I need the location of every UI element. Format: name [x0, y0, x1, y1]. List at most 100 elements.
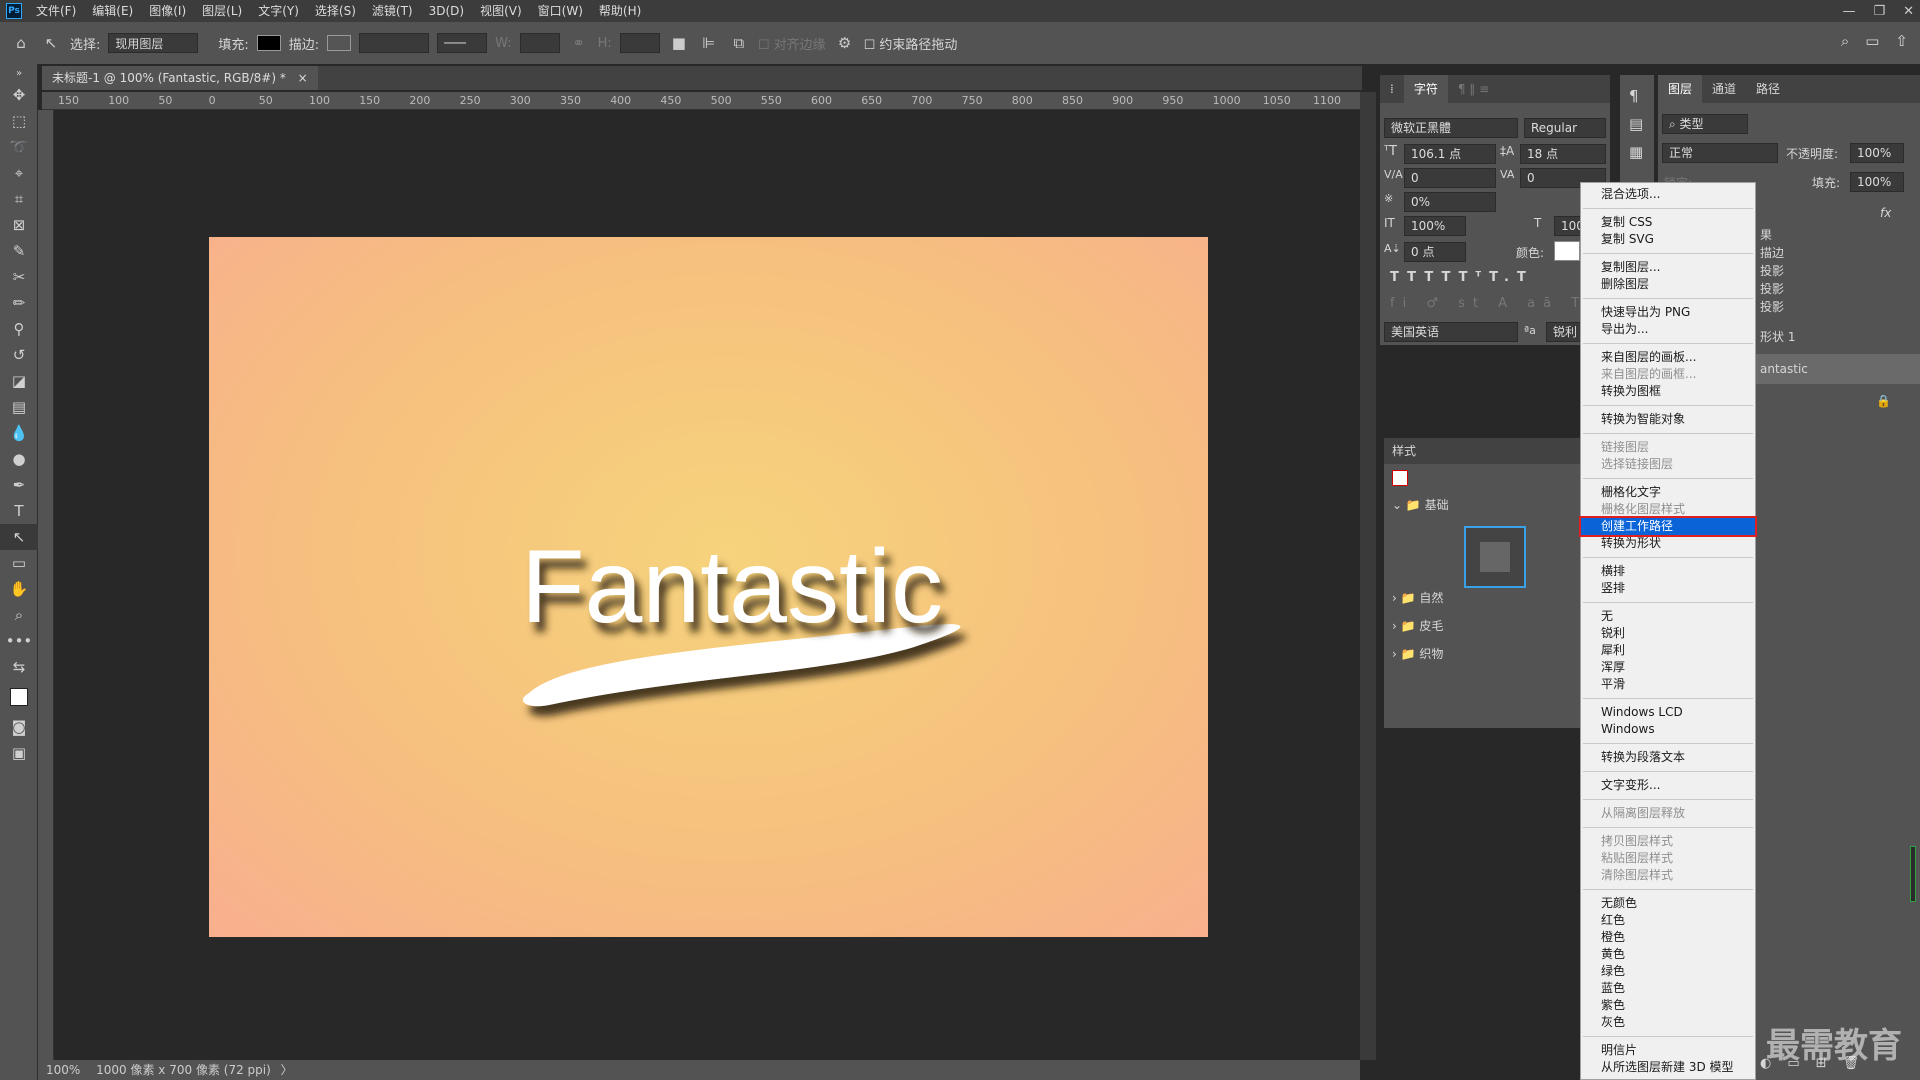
layer-row-shape[interactable]: 形状 1	[1760, 328, 1795, 345]
context-menu-item[interactable]: 红色	[1581, 912, 1755, 929]
stroke-width-field[interactable]	[359, 33, 430, 53]
close-tab-icon[interactable]: ×	[298, 71, 308, 85]
link-icon[interactable]: ⚭	[568, 32, 590, 54]
tab-channels[interactable]: 通道	[1702, 75, 1746, 103]
select-dropdown[interactable]: 现用图层	[108, 33, 199, 53]
context-menu-item[interactable]: 锐利	[1581, 625, 1755, 642]
menu-edit[interactable]: 编辑(E)	[84, 0, 141, 22]
tab-character[interactable]: 字符	[1403, 75, 1448, 103]
share-icon[interactable]: ⇧	[1895, 32, 1908, 50]
style-none-icon[interactable]	[1384, 464, 1586, 492]
artboard[interactable]: Fantastic	[209, 237, 1208, 937]
context-menu-item[interactable]: 转换为段落文本	[1581, 749, 1755, 766]
marquee-tool-icon[interactable]: ⬚	[0, 108, 38, 134]
menu-image[interactable]: 图像(I)	[141, 0, 194, 22]
menu-layer[interactable]: 图层(L)	[194, 0, 250, 22]
context-menu-item[interactable]: 从所选图层新建 3D 模型	[1581, 1059, 1755, 1076]
hand-tool-icon[interactable]: ✋	[0, 576, 38, 602]
height-field[interactable]	[619, 33, 660, 53]
tab-glyphs-icon[interactable]: ¶ ∥ ≡	[1448, 75, 1499, 103]
color-swatches[interactable]	[0, 680, 38, 714]
path-select-tool-icon[interactable]: ↖	[0, 524, 38, 550]
gear-icon[interactable]: ⚙	[834, 32, 856, 54]
font-family-dropdown[interactable]: 微软正黑體	[1384, 118, 1518, 138]
leading-field[interactable]: 18 点	[1520, 144, 1606, 164]
context-menu-item[interactable]: 橙色	[1581, 929, 1755, 946]
tab-paths[interactable]: 路径	[1746, 75, 1790, 103]
restore-button[interactable]: ❐	[1873, 4, 1885, 19]
context-menu-item[interactable]: 复制 SVG	[1581, 231, 1755, 248]
context-menu-item[interactable]: 快速导出为 PNG	[1581, 304, 1755, 321]
quick-mask-icon[interactable]: ◙	[0, 714, 38, 740]
menu-help[interactable]: 帮助(H)	[591, 0, 649, 22]
close-window-button[interactable]: ✕	[1903, 4, 1914, 19]
context-menu-item[interactable]: 横排	[1581, 563, 1755, 580]
width-field[interactable]	[519, 33, 560, 53]
dodge-tool-icon[interactable]: ●	[0, 446, 38, 472]
text-style-buttons-icon[interactable]: TTTTTᵀT.T	[1390, 270, 1534, 285]
search-icon[interactable]: ⌕	[1841, 32, 1849, 50]
more-tools-icon[interactable]: •••	[0, 628, 38, 654]
menu-file[interactable]: 文件(F)	[28, 0, 84, 22]
fx-icon[interactable]: fx	[1880, 206, 1891, 220]
path-alignment-icon[interactable]: ⊫	[698, 32, 720, 54]
paragraph-icon[interactable]: ¶	[1629, 87, 1654, 105]
home-icon[interactable]: ⌂	[10, 32, 32, 54]
opacity-field[interactable]: 100%	[1850, 143, 1904, 163]
eraser-tool-icon[interactable]: ◪	[0, 368, 38, 394]
menu-window[interactable]: 窗口(W)	[530, 0, 591, 22]
history-brush-tool-icon[interactable]: ↺	[0, 342, 38, 368]
path-arrangement-icon[interactable]: ⧉	[728, 32, 750, 54]
fill-swatch[interactable]	[256, 35, 281, 51]
frame-tool-icon[interactable]: ⊠	[0, 212, 38, 238]
font-size-field[interactable]: 106.1 点	[1404, 144, 1496, 164]
effect-item[interactable]: 投影	[1760, 280, 1784, 298]
layers-scrollbar[interactable]	[1910, 846, 1916, 902]
type-tool-icon[interactable]: T	[0, 498, 38, 524]
context-menu-item[interactable]: 明信片	[1581, 1042, 1755, 1059]
menu-3d[interactable]: 3D(D)	[421, 0, 472, 22]
blend-mode-dropdown[interactable]: 正常	[1662, 143, 1778, 163]
layer-kind-filter[interactable]: ⌕ 类型	[1662, 114, 1748, 134]
stamp-tool-icon[interactable]: ⚲	[0, 316, 38, 342]
context-menu-item[interactable]: 灰色	[1581, 1014, 1755, 1031]
context-menu-item[interactable]: 文字变形...	[1581, 777, 1755, 794]
tab-layers[interactable]: 图层	[1658, 75, 1703, 103]
context-menu-item[interactable]: 浑厚	[1581, 659, 1755, 676]
tools-collapse-icon[interactable]: »	[0, 64, 38, 82]
context-menu-item[interactable]: 犀利	[1581, 642, 1755, 659]
context-menu-item[interactable]: 黄色	[1581, 946, 1755, 963]
layer-row-fantastic[interactable]: antastic	[1756, 354, 1920, 384]
context-menu-item[interactable]: 栅格化文字	[1581, 484, 1755, 501]
menu-type[interactable]: 文字(Y)	[250, 0, 307, 22]
context-menu-item[interactable]: 复制 CSS	[1581, 214, 1755, 231]
minimize-button[interactable]: —	[1842, 4, 1855, 19]
panel-grip-icon[interactable]: ⁞	[1380, 75, 1404, 103]
workspace-icon[interactable]: ▭	[1865, 32, 1879, 50]
menu-filter[interactable]: 滤镜(T)	[364, 0, 421, 22]
fill-field[interactable]: 100%	[1850, 172, 1904, 192]
status-menu-arrow[interactable]: 〉	[281, 1063, 293, 1077]
context-menu-item[interactable]: 混合选项...	[1581, 186, 1755, 203]
style-group-fabric[interactable]: › 📁 织物	[1384, 640, 1586, 668]
quick-select-tool-icon[interactable]: ⌖	[0, 160, 38, 186]
constrain-path-checkbox[interactable]: ☐ 约束路径拖动	[864, 34, 958, 53]
context-menu-item[interactable]: 删除图层	[1581, 276, 1755, 293]
document-size-info[interactable]: 1000 像素 x 700 像素 (72 ppi)	[96, 1063, 271, 1077]
context-menu-item[interactable]: 无颜色	[1581, 895, 1755, 912]
zoom-level[interactable]: 100%	[46, 1063, 80, 1077]
context-menu-item[interactable]: Windows LCD	[1581, 704, 1755, 721]
context-menu-item[interactable]: 平滑	[1581, 676, 1755, 693]
crop-tool-icon[interactable]: ⌗	[0, 186, 38, 212]
document-tab[interactable]: 未标题-1 @ 100% (Fantastic, RGB/8#) * ×	[42, 66, 318, 90]
context-menu-item[interactable]: 复制图层...	[1581, 259, 1755, 276]
vertical-scrollbar[interactable]	[1360, 92, 1376, 1060]
effect-item[interactable]: 果	[1760, 226, 1784, 244]
shape-tool-icon[interactable]: ▭	[0, 550, 38, 576]
context-menu-item[interactable]: 转换为图框	[1581, 383, 1755, 400]
menu-select[interactable]: 选择(S)	[307, 0, 364, 22]
eyedropper-tool-icon[interactable]: ✎	[0, 238, 38, 264]
context-menu-item[interactable]: 转换为智能对象	[1581, 411, 1755, 428]
style-group-basic[interactable]: ⌄ 📁 基础	[1384, 492, 1586, 518]
lasso-tool-icon[interactable]: ➰	[0, 134, 38, 160]
